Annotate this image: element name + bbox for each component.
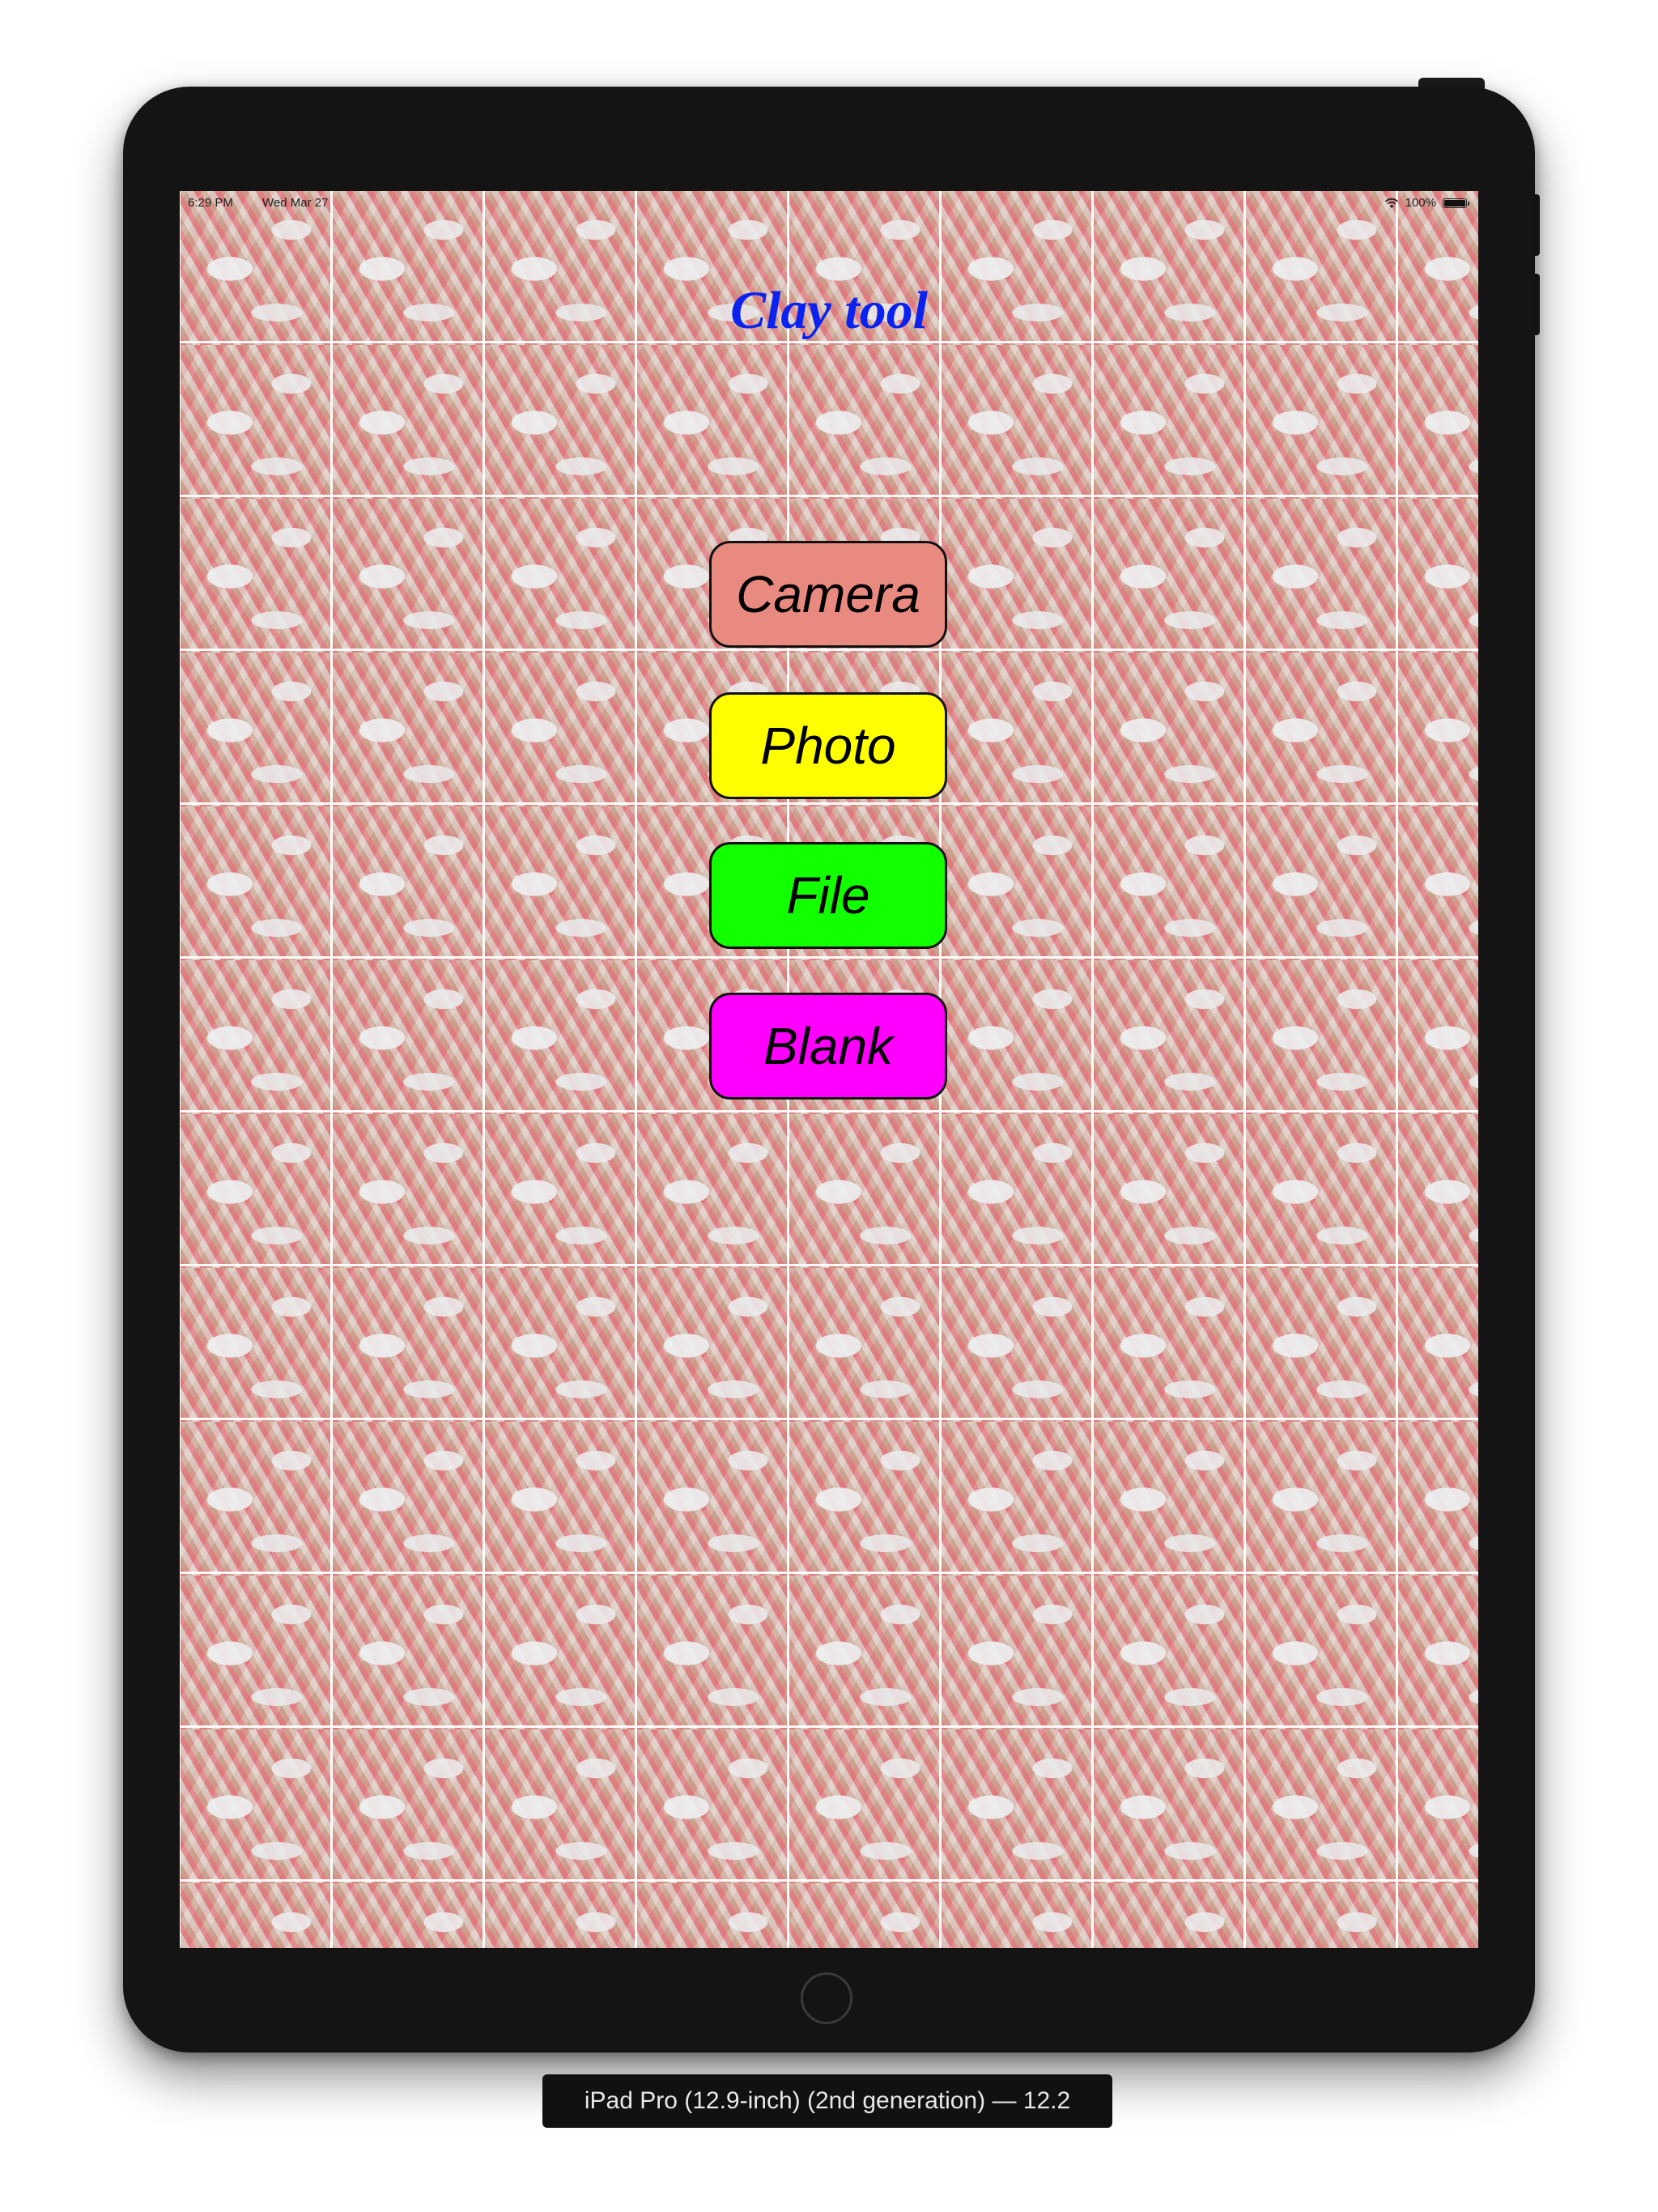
battery-icon — [1443, 198, 1469, 208]
photo-button[interactable]: Photo — [709, 692, 947, 799]
camera-button[interactable]: Camera — [709, 541, 947, 648]
battery-level-fill — [1444, 199, 1465, 206]
battery-cap — [1468, 201, 1469, 206]
status-time: 6:29 PM — [188, 196, 233, 210]
battery-percentage: 100% — [1405, 196, 1436, 210]
simulator-window: 6:29 PM Wed Mar 27 100% Clay tool Camera… — [0, 0, 1658, 2212]
app-title: Clay tool — [730, 281, 928, 340]
status-indicators: 100% — [1384, 196, 1469, 210]
home-button[interactable] — [801, 1972, 852, 2024]
simulator-device-label: iPad Pro (12.9-inch) (2nd generation) — … — [542, 2074, 1112, 2128]
status-date: Wed Mar 27 — [262, 196, 329, 210]
blank-button[interactable]: Blank — [709, 993, 947, 1100]
status-bar: 6:29 PM Wed Mar 27 100% — [180, 191, 1478, 214]
wifi-icon — [1384, 198, 1398, 208]
file-button[interactable]: File — [709, 842, 947, 949]
app-screen: 6:29 PM Wed Mar 27 100% Clay tool Camera… — [180, 191, 1478, 1948]
